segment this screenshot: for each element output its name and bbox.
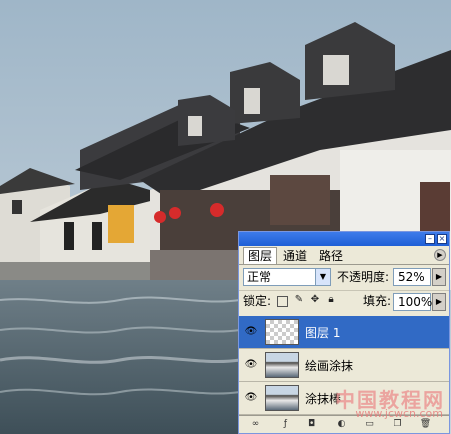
layer-thumbnail	[265, 352, 299, 378]
blend-mode-select[interactable]: 正常 ▼	[243, 268, 331, 286]
fill-slider-button[interactable]: ▶	[432, 293, 446, 311]
layer-thumbnail	[265, 385, 299, 411]
fill-input[interactable]: 100%	[393, 293, 432, 311]
panel-tabs: 图层 通道 路径 ▶	[239, 246, 449, 265]
layer-row[interactable]: 👁︎ 绘画涂抹	[239, 349, 449, 382]
layer-name: 图层 1	[305, 326, 341, 340]
layer-row[interactable]: 👁︎ 图层 1	[239, 316, 449, 349]
panel-menu-icon[interactable]: ▶	[434, 249, 446, 261]
tab-layers[interactable]: 图层	[243, 247, 278, 264]
minimize-icon[interactable]: –	[425, 234, 435, 244]
opacity-input[interactable]: 52%	[393, 268, 431, 286]
watermark-url: www.jcwcn.com	[355, 407, 443, 420]
layer-name: 绘画涂抹	[305, 359, 354, 373]
panel-titlebar[interactable]: – ×	[239, 232, 449, 246]
opacity-slider-button[interactable]: ▶	[432, 268, 446, 286]
fill-label: 填充:	[363, 294, 392, 308]
eye-icon[interactable]: 👁︎	[242, 356, 260, 374]
lock-fill-row: 锁定: ✎ ✥ 🔒︎ 填充: 100% ▶	[239, 290, 449, 313]
lock-move-icon[interactable]: ✥	[309, 294, 321, 306]
chevron-down-icon: ▼	[315, 269, 330, 285]
lock-label: 锁定:	[243, 294, 272, 308]
lock-transparent-icon[interactable]	[277, 296, 288, 307]
eye-icon[interactable]: 👁︎	[242, 323, 260, 341]
eye-icon[interactable]: 👁︎	[242, 389, 260, 407]
close-icon[interactable]: ×	[437, 234, 447, 244]
tab-paths[interactable]: 路径	[315, 248, 347, 264]
blend-opacity-row: 正常 ▼ 不透明度: 52% ▶	[239, 266, 449, 288]
blend-mode-value: 正常	[247, 270, 272, 284]
lock-all-icon[interactable]: 🔒︎	[325, 294, 337, 306]
adjustment-layer-icon[interactable]: ◐	[335, 418, 348, 431]
opacity-label: 不透明度:	[337, 270, 390, 284]
layer-style-icon[interactable]: ƒ	[279, 418, 292, 431]
add-mask-icon[interactable]: ◘	[305, 418, 318, 431]
link-layers-icon[interactable]: ∞	[249, 418, 262, 431]
lock-brush-icon[interactable]: ✎	[293, 294, 305, 306]
tab-channels[interactable]: 通道	[279, 248, 311, 264]
layer-thumbnail	[265, 319, 299, 345]
